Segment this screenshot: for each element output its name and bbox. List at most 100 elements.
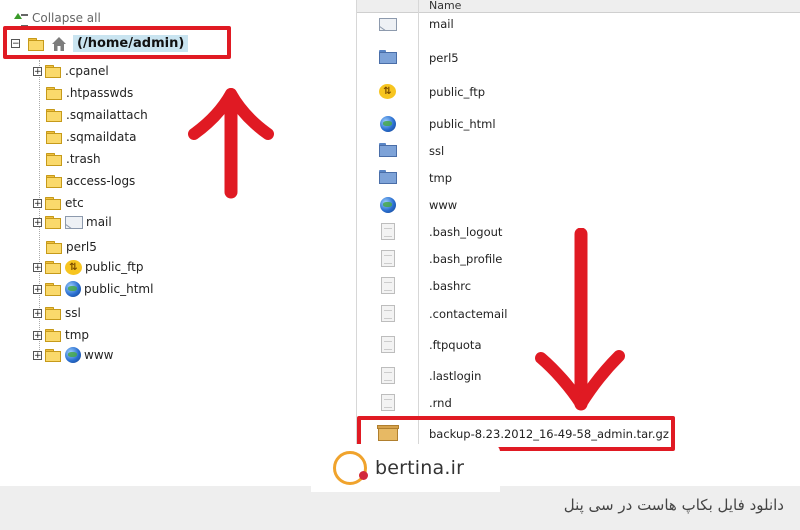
file-name[interactable]: .rnd (418, 396, 452, 410)
document-icon (380, 367, 395, 384)
folder-icon (45, 261, 61, 274)
tree-item-ssl[interactable]: + ssl (33, 305, 81, 321)
tree-item-label: perl5 (66, 240, 97, 254)
file-list-panel: Name mail perl5 ⇅ public_ftp public_html… (356, 0, 800, 486)
collapse-all-button[interactable]: Collapse all (12, 11, 101, 27)
tree-item-sqmaildata[interactable]: .sqmaildata (46, 129, 136, 145)
tree-item-label: ssl (65, 306, 81, 320)
caption-bar: دانلود فایل بکاپ هاست در سی پنل (0, 486, 800, 530)
file-name[interactable]: .lastlogin (418, 369, 481, 383)
expand-toggle-icon[interactable]: + (33, 330, 42, 340)
brand-badge: bertina.ir (311, 444, 500, 492)
tree-item-label: .trash (66, 152, 101, 166)
folder-icon (45, 216, 61, 229)
collapse-all-icon (12, 11, 28, 27)
column-header-name[interactable]: Name (429, 0, 461, 12)
expand-toggle-icon[interactable]: + (33, 262, 42, 272)
tree-item-perl5[interactable]: perl5 (46, 239, 97, 255)
file-row-mail[interactable]: mail (357, 17, 800, 31)
file-name[interactable]: mail (418, 17, 454, 31)
folder-icon (46, 87, 62, 100)
tree-item-tmp[interactable]: + tmp (33, 327, 89, 343)
folder-icon (378, 143, 397, 158)
file-name[interactable]: perl5 (418, 51, 459, 65)
folder-icon (46, 175, 62, 188)
expand-toggle-icon[interactable]: + (33, 217, 42, 227)
expand-toggle-icon[interactable]: + (33, 284, 42, 294)
tree-item-label: .sqmaildata (66, 130, 137, 144)
envelope-icon (378, 17, 397, 31)
file-name[interactable]: .contactemail (418, 307, 507, 321)
file-row-ssl[interactable]: ssl (357, 143, 800, 158)
document-icon (380, 305, 395, 322)
tree-item-etc[interactable]: + etc (33, 195, 84, 211)
folder-icon (45, 65, 61, 78)
expand-toggle-icon[interactable]: + (33, 350, 42, 360)
file-row-public-ftp[interactable]: ⇅ public_ftp (357, 84, 800, 99)
folder-icon (45, 329, 61, 342)
tree-item-sqmailattach[interactable]: .sqmailattach (46, 107, 148, 123)
ftp-icon: ⇅ (379, 84, 396, 99)
expand-toggle-icon[interactable]: + (33, 198, 42, 208)
tree-item-mail[interactable]: + mail (33, 214, 112, 230)
document-icon (380, 336, 395, 353)
tree-item-htpasswds[interactable]: .htpasswds (46, 85, 133, 101)
file-name[interactable]: www (418, 198, 457, 212)
file-row-perl5[interactable]: perl5 (357, 50, 800, 65)
document-icon (380, 250, 395, 267)
expand-toggle-icon[interactable]: + (33, 308, 42, 318)
tree-item-label: public_ftp (85, 260, 144, 274)
tree-item-trash[interactable]: .trash (46, 151, 101, 167)
column-divider (418, 0, 419, 486)
tree-item-public-ftp[interactable]: + ⇅ public_ftp (33, 259, 143, 275)
file-name[interactable]: .bashrc (418, 279, 471, 293)
file-row-tmp[interactable]: tmp (357, 170, 800, 185)
up-arrow-annotation (188, 88, 274, 199)
caption-text: دانلود فایل بکاپ هاست در سی پنل (563, 496, 784, 514)
expand-toggle-icon[interactable]: + (33, 66, 42, 76)
globe-icon (65, 347, 81, 363)
folder-icon (46, 109, 62, 122)
tree-item-www[interactable]: + www (33, 347, 113, 363)
tree-item-label: .cpanel (65, 64, 109, 78)
folder-icon (45, 197, 61, 210)
file-row-www[interactable]: www (357, 197, 800, 213)
tree-item-public-html[interactable]: + public_html (33, 281, 153, 297)
tree-item-label: www (84, 348, 114, 362)
tree-item-label: tmp (65, 328, 90, 342)
brand-name: bertina.ir (375, 457, 465, 479)
document-icon (380, 394, 395, 411)
folder-icon (45, 283, 61, 296)
tree-item-label: .htpasswds (66, 86, 134, 100)
tree-item-label: public_html (84, 282, 154, 296)
brand-logo-icon (333, 451, 368, 485)
tree-item-cpanel[interactable]: + .cpanel (33, 63, 109, 79)
file-name[interactable]: ssl (418, 144, 444, 158)
folder-icon (45, 307, 61, 320)
root-highlight-box (3, 26, 231, 59)
file-row-public-html[interactable]: public_html (357, 116, 800, 132)
file-name[interactable]: public_html (418, 117, 496, 131)
globe-icon (65, 281, 81, 297)
ftp-icon: ⇅ (65, 259, 82, 275)
down-arrow-annotation (535, 228, 625, 411)
tree-item-access-logs[interactable]: access-logs (46, 173, 135, 189)
folder-icon (378, 50, 397, 65)
tree-item-label: access-logs (66, 174, 136, 188)
document-icon (380, 223, 395, 240)
file-name[interactable]: .bash_profile (418, 252, 502, 266)
file-name[interactable]: public_ftp (418, 85, 485, 99)
folder-icon (378, 170, 397, 185)
globe-icon (379, 116, 396, 132)
tree-item-label: .sqmailattach (66, 108, 148, 122)
folder-icon (46, 241, 62, 254)
file-list-header: Name (357, 0, 800, 13)
file-name[interactable]: .bash_logout (418, 225, 502, 239)
globe-icon (379, 197, 396, 213)
folder-icon (46, 153, 62, 166)
folder-tree-panel: Collapse all − (/home/admin) + .cpanel .… (0, 0, 356, 486)
file-name[interactable]: tmp (418, 171, 452, 185)
file-name[interactable]: .ftpquota (418, 338, 482, 352)
document-icon (380, 277, 395, 294)
tree-item-label: mail (86, 215, 112, 229)
